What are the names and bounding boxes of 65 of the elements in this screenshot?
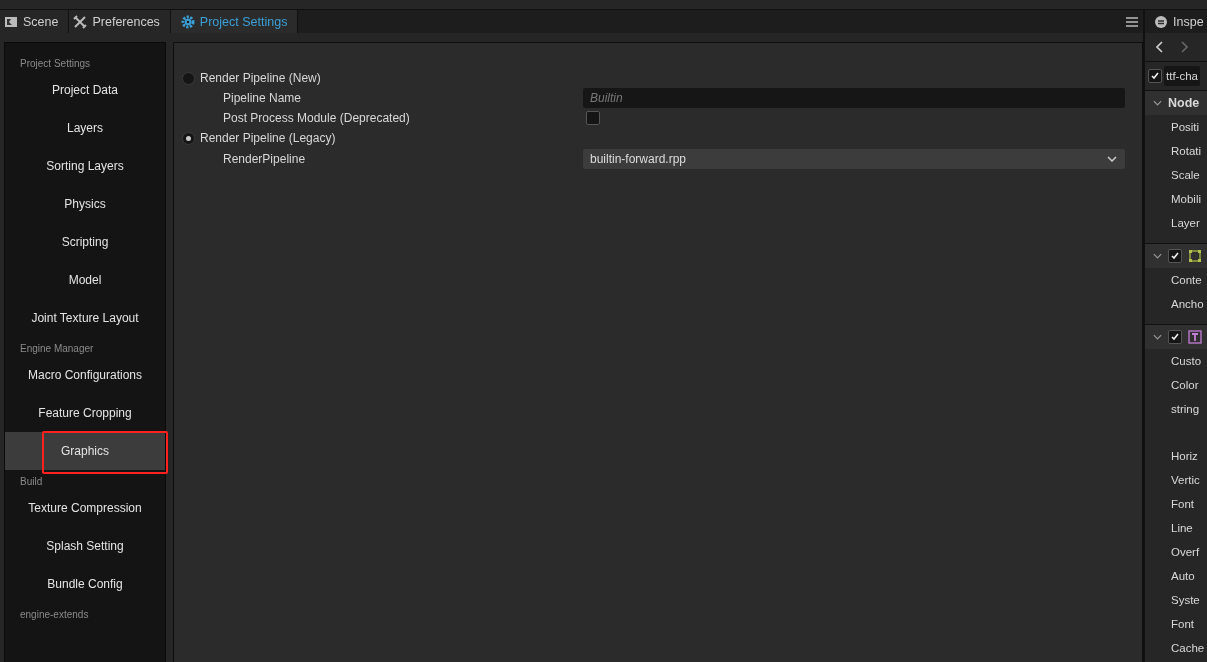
sidebar-item[interactable]: Macro Configurations	[5, 356, 165, 394]
property-label: Layer	[1171, 217, 1200, 229]
checkbox[interactable]	[1168, 249, 1182, 263]
section-heading: Project Settings	[19, 57, 92, 71]
radio-button[interactable]	[182, 131, 195, 145]
checkbox[interactable]	[1148, 69, 1162, 83]
property-label: string	[1171, 403, 1200, 415]
menu-icon[interactable]	[1126, 15, 1138, 28]
sidebar-item[interactable]: Model	[5, 261, 165, 299]
property-label: Font	[1171, 618, 1194, 630]
field-label: Post Process Module (Deprecated)	[222, 111, 411, 125]
checkbox[interactable]	[586, 111, 600, 125]
property-label: Overf	[1171, 546, 1200, 558]
sidebar-item[interactable]: Splash Setting	[5, 527, 165, 565]
pipeline-name-field[interactable]: Builtin	[583, 88, 1125, 108]
panel-tab[interactable]: Preferences	[69, 10, 171, 33]
back-icon[interactable]	[1156, 41, 1164, 53]
sidebar-item[interactable]: Physics	[5, 185, 165, 223]
property-label: Line	[1171, 522, 1193, 534]
property-label: Horiz	[1171, 450, 1198, 462]
panel-tab[interactable]: Project Settings	[170, 10, 299, 33]
sidebar-item[interactable]: Joint Texture Layout	[5, 299, 165, 337]
property-label: Cache	[1171, 642, 1205, 654]
property-label: Scale	[1171, 169, 1200, 181]
property-label: Rotati	[1171, 145, 1202, 157]
scene-icon	[4, 14, 18, 29]
sidebar-item[interactable]: Project Data	[5, 71, 165, 109]
inspector-icon	[1154, 14, 1168, 29]
property-label: Positi	[1171, 121, 1200, 133]
radio-button[interactable]	[182, 71, 195, 85]
sidebar-item[interactable]: Sorting Layers	[5, 147, 165, 185]
text-icon	[1188, 330, 1202, 344]
pipeline-dropdown[interactable]: builtin-forward.rpp	[583, 149, 1125, 169]
component-header[interactable]: Node	[1145, 91, 1207, 115]
field-label: Pipeline Name	[222, 91, 303, 105]
tools-icon	[73, 14, 88, 29]
property-label: Vertic	[1171, 474, 1200, 486]
sidebar-item[interactable]: Feature Cropping	[5, 394, 165, 432]
sidebar-item[interactable]: Layers	[5, 109, 165, 147]
panel-tab[interactable]: Scene	[0, 10, 70, 33]
node-name-field[interactable]: ttf-cha	[1164, 66, 1200, 86]
component-header[interactable]	[1145, 325, 1207, 349]
option-label: Render Pipeline (Legacy)	[200, 131, 336, 145]
property-label: Syste	[1171, 594, 1200, 606]
frame-icon	[1188, 249, 1202, 263]
property-label: Ancho	[1171, 298, 1204, 310]
checkbox[interactable]	[1168, 330, 1182, 344]
section-heading: Engine Manager	[19, 342, 95, 356]
gear-icon	[180, 14, 195, 29]
property-label: Mobili	[1171, 193, 1202, 205]
sidebar-item[interactable]: Scripting	[5, 223, 165, 261]
section-heading: Build	[19, 475, 44, 489]
chevron-down-icon	[1107, 156, 1117, 162]
property-label: Conte	[1171, 274, 1202, 286]
property-label: Custo	[1171, 355, 1202, 367]
sidebar-item[interactable]: Texture Compression	[5, 489, 165, 527]
property-label: Color	[1171, 379, 1199, 391]
property-label: Auto	[1171, 570, 1195, 582]
section-heading: engine-extends	[19, 608, 90, 622]
component-header[interactable]	[1145, 244, 1207, 268]
forward-icon[interactable]	[1180, 41, 1188, 53]
property-label: Font	[1171, 498, 1194, 510]
option-label: Render Pipeline (New)	[200, 71, 321, 85]
field-label: RenderPipeline	[222, 152, 307, 166]
sidebar-item[interactable]: Bundle Config	[5, 565, 165, 603]
